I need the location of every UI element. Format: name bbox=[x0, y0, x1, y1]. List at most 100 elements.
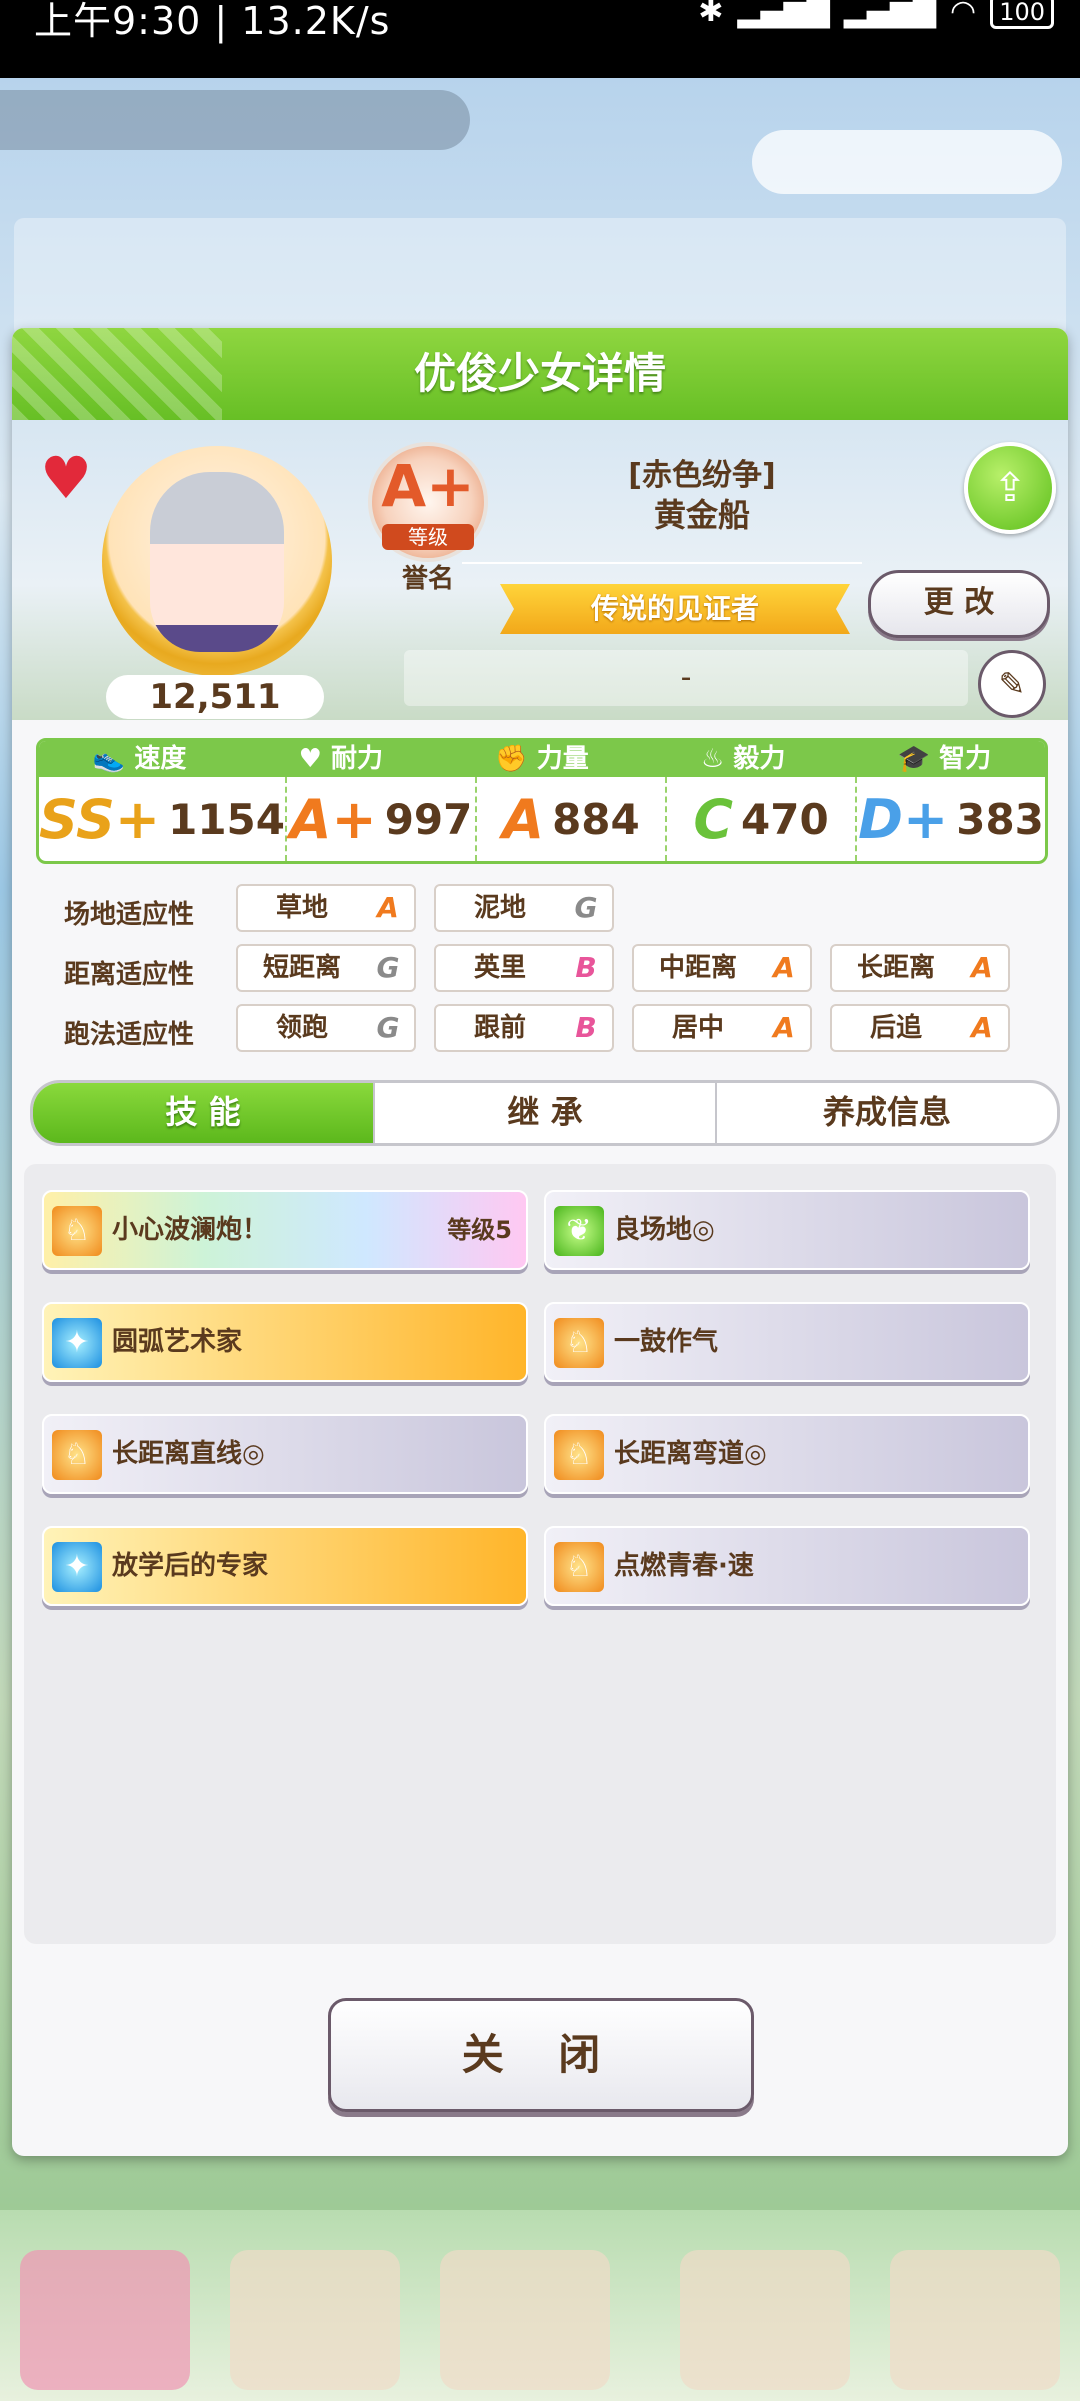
aptitude-item: 中距离 A bbox=[632, 944, 812, 992]
shoe-icon: 👟 bbox=[92, 744, 126, 774]
stat-grade: A bbox=[502, 787, 545, 851]
dialog-title: 优俊少女详情 bbox=[413, 349, 666, 398]
aptitude-item: 短距离 G bbox=[236, 944, 416, 992]
skill-name: 圆弧艺术家 bbox=[112, 1327, 243, 1357]
stat-power: A 884 bbox=[477, 777, 668, 861]
aptitude-grade: A bbox=[971, 1011, 993, 1044]
stat-header-power: ✊ 力量 bbox=[495, 744, 589, 774]
aptitude-item: 居中 A bbox=[632, 1004, 812, 1052]
tab-inheritance[interactable]: 继 承 bbox=[375, 1083, 717, 1143]
stat-stamina: A+ 997 bbox=[287, 777, 478, 861]
stat-guts: C 470 bbox=[667, 777, 858, 861]
sparkle-icon: ✦ bbox=[52, 1542, 102, 1592]
character-epithet: [赤色纷争] bbox=[628, 458, 776, 493]
tab-skills[interactable]: 技 能 bbox=[33, 1083, 375, 1143]
horse-icon: ♘ bbox=[52, 1206, 102, 1256]
stats-header: 👟 速度 ♥ 耐力 ✊ 力量 ♨ 毅力 🎓 智力 bbox=[39, 741, 1045, 777]
heart-icon: ♥ bbox=[298, 744, 322, 774]
profile-section: ♥ 12,511 A+ 等级 誉名 [赤色纷争] 黄金船 ⇪ 传说的见证者 更 … bbox=[12, 420, 1068, 720]
aptitude-grade: G bbox=[574, 891, 598, 924]
close-button[interactable]: 关 闭 bbox=[328, 1998, 754, 2112]
favorite-heart-icon[interactable]: ♥ bbox=[40, 448, 100, 508]
character-portrait bbox=[150, 472, 284, 652]
aptitude-grade: B bbox=[575, 951, 597, 984]
aptitude-grade: G bbox=[376, 1011, 400, 1044]
bluetooth-icon: ✱ bbox=[698, 0, 724, 29]
skill-item[interactable]: ✦ 圆弧艺术家 bbox=[42, 1302, 528, 1382]
stat-value: 997 bbox=[384, 794, 473, 844]
status-bar: 上午9:30 | 13.2K/s ✱ ▂▄▆█ ▂▄▆█ ◠ 100 bbox=[0, 0, 1080, 78]
status-icons: ✱ ▂▄▆█ ▂▄▆█ ◠ 100 bbox=[698, 0, 1054, 29]
share-button[interactable]: ⇪ bbox=[964, 442, 1056, 534]
stat-value: 470 bbox=[741, 794, 829, 844]
aptitude-item: 英里 B bbox=[434, 944, 614, 992]
aptitude-label: 跑法适应性 bbox=[64, 1020, 195, 1050]
skill-name: 小心波澜炮！ bbox=[112, 1215, 269, 1245]
muscle-icon: ✊ bbox=[495, 744, 528, 774]
character-name: 黄金船 bbox=[653, 496, 750, 534]
stat-speed: SS+ 1154 bbox=[39, 777, 288, 861]
rank-subtitle: 誉名 bbox=[401, 564, 454, 594]
rank-grade: A+ bbox=[381, 452, 475, 520]
motto-field: - bbox=[404, 650, 968, 706]
dialog-header: 优俊少女详情 bbox=[12, 328, 1068, 420]
stats-values: SS+ 1154 A+ 997 A 884 C 470 D+ 383 bbox=[39, 777, 1045, 861]
background-bottom-nav bbox=[0, 2210, 1080, 2401]
aptitude-grade: A bbox=[773, 951, 795, 984]
detail-tabs: 技 能 继 承 养成信息 bbox=[30, 1080, 1060, 1146]
battery-icon: 100 bbox=[990, 0, 1054, 29]
change-button[interactable]: 更 改 bbox=[868, 570, 1050, 638]
horse-icon: ♘ bbox=[554, 1430, 604, 1480]
tab-training-info[interactable]: 养成信息 bbox=[717, 1083, 1057, 1143]
skill-name: 长距离弯道◎ bbox=[614, 1439, 767, 1469]
umamusume-detail-dialog: 优俊少女详情 ♥ 12,511 A+ 等级 誉名 [赤色纷争] 黄金船 ⇪ 传说… bbox=[12, 328, 1068, 2156]
turf-icon: ❦ bbox=[554, 1206, 604, 1256]
aptitude-grade: A bbox=[377, 891, 399, 924]
flame-icon: ♨ bbox=[701, 744, 725, 774]
skill-item[interactable]: ✦ 放学后的专家 bbox=[42, 1526, 528, 1606]
stat-grade: D+ bbox=[858, 787, 949, 851]
stat-grade: C bbox=[693, 787, 733, 851]
distance-aptitude-row: 距离适应性 短距离 G 英里 B 中距离 A 长距离 A bbox=[12, 944, 1068, 992]
skill-name: 一鼓作气 bbox=[614, 1327, 719, 1357]
graduation-cap-icon: 🎓 bbox=[897, 744, 931, 774]
background-button bbox=[752, 130, 1062, 194]
skill-item[interactable]: ♘ 长距离直线◎ bbox=[42, 1414, 528, 1494]
stats-panel: 👟 速度 ♥ 耐力 ✊ 力量 ♨ 毅力 🎓 智力 SS+ 1154 A+ 997… bbox=[36, 738, 1048, 864]
skills-panel: ♘ 小心波澜炮！ 等级5 ❦ 良场地◎ ✦ 圆弧艺术家 ♘ 一鼓作气 ♘ 长距离… bbox=[24, 1164, 1056, 1944]
skill-item[interactable]: ♘ 长距离弯道◎ bbox=[544, 1414, 1030, 1494]
stat-header-guts: ♨ 毅力 bbox=[701, 744, 786, 774]
skill-name: 点燃青春·速 bbox=[614, 1551, 754, 1581]
stat-value: 1154 bbox=[168, 794, 286, 844]
aptitude-item: 草地 A bbox=[236, 884, 416, 932]
skill-name: 放学后的专家 bbox=[112, 1551, 269, 1581]
wifi-icon: ◠ bbox=[950, 0, 977, 29]
background-search-bar bbox=[0, 90, 470, 150]
aptitude-grade: A bbox=[773, 1011, 795, 1044]
style-aptitude-row: 跑法适应性 领跑 G 跟前 B 居中 A 后追 A bbox=[12, 1004, 1068, 1052]
stat-grade: A+ bbox=[289, 787, 377, 851]
aptitude-item: 跟前 B bbox=[434, 1004, 614, 1052]
edit-button[interactable]: ✎ bbox=[978, 650, 1046, 718]
aptitude-item: 泥地 G bbox=[434, 884, 614, 932]
status-time: 上午9:30 | 13.2K/s bbox=[34, 0, 391, 43]
skill-level: 等级5 bbox=[447, 1216, 512, 1244]
aptitude-label: 场地适应性 bbox=[64, 900, 195, 930]
aptitude-grade: B bbox=[575, 1011, 597, 1044]
stat-wisdom: D+ 383 bbox=[857, 777, 1045, 861]
background-character-row bbox=[14, 218, 1066, 338]
rank-badge: A+ 等级 bbox=[368, 442, 488, 562]
stat-value: 383 bbox=[956, 794, 1044, 844]
share-icon: ⇪ bbox=[993, 465, 1027, 511]
skill-item[interactable]: ♘ 小心波澜炮！ 等级5 bbox=[42, 1190, 528, 1270]
horse-icon: ♘ bbox=[554, 1318, 604, 1368]
stat-header-stamina: ♥ 耐力 bbox=[298, 744, 383, 774]
aptitude-item: 领跑 G bbox=[236, 1004, 416, 1052]
stat-header-speed: 👟 速度 bbox=[92, 744, 187, 774]
skill-item[interactable]: ♘ 一鼓作气 bbox=[544, 1302, 1030, 1382]
skill-name: 良场地◎ bbox=[614, 1215, 715, 1245]
fan-count: 12,511 bbox=[106, 675, 324, 719]
skill-item[interactable]: ♘ 点燃青春·速 bbox=[544, 1526, 1030, 1606]
skill-item[interactable]: ❦ 良场地◎ bbox=[544, 1190, 1030, 1270]
aptitude-grade: A bbox=[971, 951, 993, 984]
